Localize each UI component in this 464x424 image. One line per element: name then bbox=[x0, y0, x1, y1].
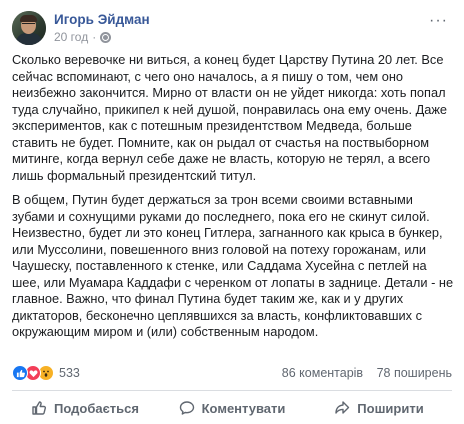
time-row: 20 год · bbox=[54, 29, 150, 45]
comment-icon bbox=[179, 401, 194, 415]
more-options-icon[interactable]: ··· bbox=[429, 13, 448, 29]
post-stats: 533 86 коментарів 78 поширень bbox=[12, 363, 452, 383]
post-paragraph: Сколько веревочке ни виться, а конец буд… bbox=[12, 52, 448, 183]
share-button-label: Поширити bbox=[357, 400, 424, 416]
globe-icon bbox=[100, 31, 112, 43]
comment-button-label: Коментувати bbox=[201, 400, 286, 416]
post-text: Сколько веревочке ни виться, а конец буд… bbox=[12, 52, 458, 349]
post-paragraph: В общем, Путин будет держаться за трон в… bbox=[12, 192, 454, 339]
engagement-counts: 86 коментарів 78 поширень bbox=[282, 366, 452, 380]
comment-button[interactable]: Коментувати bbox=[159, 395, 305, 421]
post-meta: Игорь Эйдман 20 год · bbox=[54, 11, 150, 45]
like-reaction-icon bbox=[12, 365, 28, 381]
divider bbox=[12, 390, 452, 391]
comments-count[interactable]: 86 коментарів bbox=[282, 366, 363, 380]
shares-count[interactable]: 78 поширень bbox=[377, 366, 452, 380]
thumbs-up-icon bbox=[32, 401, 47, 415]
share-button[interactable]: Поширити bbox=[306, 395, 452, 421]
separator-dot: · bbox=[92, 30, 97, 44]
like-button-label: Подобається bbox=[54, 400, 139, 416]
facebook-post: Игорь Эйдман 20 год · ··· Сколько верево… bbox=[0, 0, 464, 424]
post-actions: Подобається Коментувати Поширити bbox=[12, 394, 452, 422]
like-button[interactable]: Подобається bbox=[12, 395, 158, 421]
avatar[interactable] bbox=[12, 11, 46, 45]
reaction-count: 533 bbox=[59, 366, 80, 380]
reactions-summary[interactable]: 533 bbox=[12, 365, 80, 381]
share-icon bbox=[335, 401, 350, 414]
post-time[interactable]: 20 год bbox=[54, 29, 88, 45]
author-name[interactable]: Игорь Эйдман bbox=[54, 11, 150, 28]
post-header: Игорь Эйдман 20 год · bbox=[12, 10, 150, 46]
